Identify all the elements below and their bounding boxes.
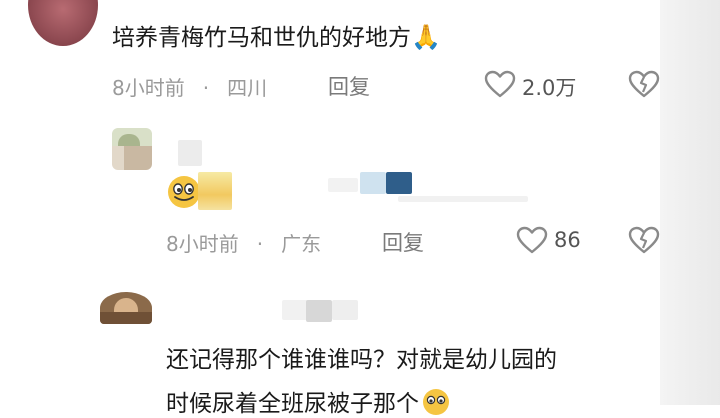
avatar[interactable]: [112, 128, 152, 170]
reply-button[interactable]: 回复: [328, 71, 370, 101]
meta-separator: ·: [256, 232, 264, 256]
like-count: 86: [554, 228, 581, 252]
username-mosaic: [282, 300, 308, 320]
comment-mosaic: [386, 172, 412, 194]
comment-body: 时候尿着全班尿被子那个: [166, 391, 419, 417]
comment-body: 培养青梅竹马和世仇的好地方: [112, 25, 411, 51]
pray-emoji: 🙏: [411, 23, 441, 51]
like-button[interactable]: [484, 70, 516, 102]
avatar[interactable]: [28, 0, 98, 46]
username-mosaic: [332, 300, 358, 320]
comment-text: 还记得那个谁谁谁吗？对就是幼儿园的: [166, 347, 557, 373]
comment-meta: 8小时前 · 广东: [166, 228, 321, 257]
reply-button[interactable]: 回复: [382, 227, 424, 257]
comment-time: 8小时前: [166, 232, 239, 256]
like-count: 2.0万: [522, 76, 577, 100]
username-mosaic: [178, 140, 202, 166]
comment-text: 培养青梅竹马和世仇的好地方🙏: [112, 18, 441, 52]
dislike-icon: [628, 70, 660, 98]
heart-icon: [516, 226, 548, 254]
comment-time: 8小时前: [112, 76, 185, 100]
comment-mosaic: [198, 172, 232, 210]
comment-meta: 8小时前 · 四川: [112, 72, 267, 101]
comment-location: 四川: [227, 76, 268, 100]
dislike-button[interactable]: [628, 226, 660, 258]
meta-separator: ·: [202, 76, 210, 100]
heart-icon: [484, 70, 516, 98]
avatar[interactable]: [100, 292, 152, 324]
comment-location: 广东: [281, 232, 322, 256]
dislike-icon: [628, 226, 660, 254]
comment-mosaic: [360, 172, 386, 194]
right-edge-fade: [660, 0, 720, 405]
pleading-emoji: [423, 389, 449, 415]
comment-text-line2: 时候尿着全班尿被子那个: [166, 384, 451, 418]
username-mosaic: [306, 300, 332, 322]
comment-mosaic: [328, 178, 358, 192]
comment-mosaic: [398, 196, 528, 202]
like-button[interactable]: [516, 226, 548, 258]
dislike-button[interactable]: [628, 70, 660, 102]
